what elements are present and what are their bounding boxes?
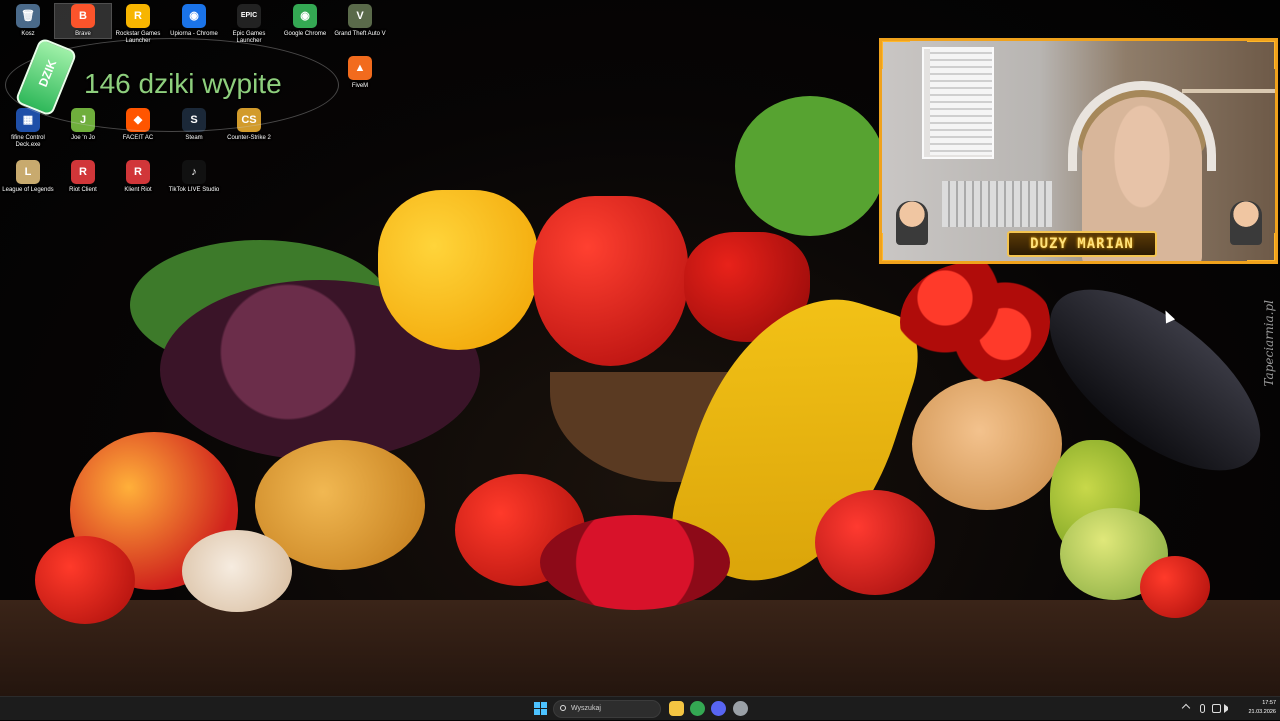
desktop-icon-label: Steam: [185, 135, 203, 141]
webcam-name-banner: DUZY MARIAN: [1007, 231, 1157, 257]
desktop-icon-label: Brave: [75, 31, 91, 37]
wallpaper-lettuce-right: [735, 96, 885, 236]
app-icon: ▲: [348, 56, 372, 80]
desktop-icon-label: Riot Client: [69, 187, 97, 193]
desktop-icon-label: FACEIT AC: [122, 135, 154, 141]
taskbar-clock[interactable]: 17:57 21.03.2026: [1238, 699, 1276, 717]
desktop-icon[interactable]: R Klient Riot: [110, 160, 166, 194]
desktop-icon-label: fifine Control Deck.exe: [11, 135, 45, 148]
desktop-icon-label: Google Chrome: [283, 31, 327, 37]
wallpaper-cantaloupe: [912, 378, 1062, 510]
app-icon: ◉: [293, 4, 317, 28]
desktop-icon-label: League of Legends: [2, 187, 54, 193]
desktop-icon-label: Grand Theft Auto V: [334, 31, 386, 37]
drink-counter-text: 146 dziki wypite: [84, 68, 282, 99]
taskbar-search[interactable]: Wyszukaj: [553, 700, 661, 718]
search-icon: [560, 705, 566, 711]
wallpaper-yellow-pepper: [378, 190, 538, 350]
desktop-icon[interactable]: B Brave: [54, 3, 112, 39]
app-icon: R: [126, 4, 150, 28]
app-icon: EPIC: [237, 4, 261, 28]
taskbar-app-chrome-icon[interactable]: [690, 701, 705, 716]
taskbar-app-file-explorer-icon[interactable]: [669, 701, 684, 716]
can-label: DZIK: [35, 57, 60, 89]
desktop-icon-label: Joe 'n Jo: [71, 135, 95, 141]
wallpaper-onion: [182, 530, 292, 612]
desktop-icon-label: Kosz: [21, 31, 35, 37]
wallpaper-red-pepper: [533, 196, 688, 366]
webcam-radiator: [942, 181, 1052, 227]
wallpaper-strawberries: [540, 515, 730, 610]
desktop-icon[interactable]: ▲ FiveM: [332, 56, 388, 90]
desktop-icon[interactable]: V Grand Theft Auto V: [332, 4, 388, 38]
desktop-icon-label: Counter-Strike 2: [227, 135, 271, 141]
app-icon: ♪: [182, 160, 206, 184]
start-button[interactable]: [534, 702, 547, 715]
desktop-icon[interactable]: ◉ Upiorna - Chrome: [166, 4, 222, 38]
frame-corner-tr: [1247, 41, 1275, 69]
desktop-icon[interactable]: 🗑 Kosz: [0, 4, 56, 38]
desktop-icon[interactable]: L League of Legends: [0, 160, 56, 194]
wallpaper-table: [0, 600, 1280, 696]
search-placeholder: Wyszukaj: [571, 705, 601, 712]
desktop-icon[interactable]: ◉ Google Chrome: [277, 4, 333, 38]
frame-corner-bl: [882, 233, 910, 261]
desktop-icon[interactable]: ♪ TikTok LIVE Studio: [166, 160, 222, 194]
app-icon: B: [71, 4, 95, 28]
frame-corner-br: [1247, 233, 1275, 261]
desktop-icon[interactable]: R Riot Client: [55, 160, 111, 194]
webcam-shelf: [1182, 89, 1275, 93]
app-icon: 🗑: [16, 4, 40, 28]
wallpaper-tomato-right: [1140, 556, 1210, 618]
chevron-up-icon[interactable]: [1181, 703, 1191, 713]
network-icon[interactable]: [1212, 704, 1221, 713]
volume-icon[interactable]: [1224, 704, 1228, 713]
taskbar-app-discord-icon[interactable]: [711, 701, 726, 716]
app-icon: R: [126, 160, 150, 184]
app-icon: V: [348, 4, 372, 28]
taskbar-app-settings-icon[interactable]: [733, 701, 748, 716]
desktop-icon[interactable]: EPIC Epic Games Launcher: [221, 4, 277, 45]
app-icon: R: [71, 160, 95, 184]
webcam-blinds: [930, 47, 992, 155]
wallpaper-tomato-left: [35, 536, 135, 624]
webcam-overlay: DUZY MARIAN: [879, 38, 1278, 264]
desktop-icon-label: Upiorna - Chrome: [170, 31, 218, 37]
taskbar: Wyszukaj 17:57 21.03.2026: [0, 696, 1280, 720]
clock-date: 21.03.2026: [1248, 709, 1276, 715]
wallpaper-watermark: Tapeciarnia.pl: [1262, 300, 1276, 387]
clock-time: 17:57: [1262, 700, 1276, 706]
app-icon: L: [16, 160, 40, 184]
wallpaper-apple: [815, 490, 935, 595]
microphone-icon[interactable]: [1200, 704, 1205, 713]
app-icon: ◉: [182, 4, 206, 28]
wallpaper-tomato-vine: [900, 262, 1050, 382]
desktop-icon-label: TikTok LIVE Studio: [168, 187, 220, 193]
frame-corner-tl: [882, 41, 910, 69]
desktop-icon-label: FiveM: [351, 83, 369, 89]
desktop: Tapeciarnia.pl 🗑 Kosz B Brave R Rockstar Game…: [0, 0, 1280, 696]
desktop-icon-label: Klient Riot: [124, 187, 152, 193]
